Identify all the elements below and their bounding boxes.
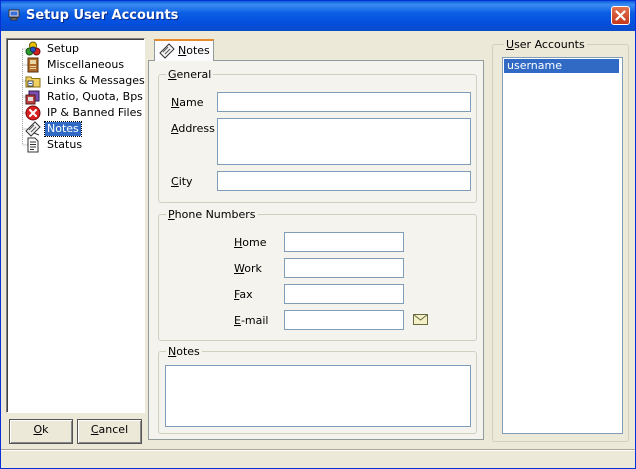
banned-icon [25, 105, 41, 121]
cancel-button[interactable]: Cancel [77, 419, 142, 444]
window-title: Setup User Accounts [26, 8, 179, 23]
status-bar [1, 450, 635, 468]
tab-notes[interactable]: Notes [154, 39, 214, 61]
ok-mnemonic: O [33, 423, 43, 436]
tree-item-label: Miscellaneous [47, 58, 125, 71]
miscellaneous-icon [27, 57, 39, 73]
notes-icon [159, 43, 175, 59]
tree-item-label: Status [47, 138, 83, 151]
cancel-mnemonic: C [90, 423, 99, 436]
envelope-icon[interactable] [413, 314, 428, 325]
user-account-item[interactable]: username [504, 59, 619, 73]
notes-group-title: Notes [166, 345, 202, 358]
user-accounts-list[interactable]: username [502, 57, 623, 434]
close-button[interactable] [611, 6, 630, 25]
address-label: Address [171, 122, 215, 135]
tab-notes-label: Notes [178, 44, 210, 57]
general-group-title: General [166, 68, 214, 81]
tree-item-label: Setup [47, 42, 80, 55]
phone-numbers-group-title: Phone Numbers [166, 208, 258, 221]
email-field[interactable] [284, 310, 404, 330]
notes-icon [25, 121, 41, 137]
email-label: E-mail [234, 314, 269, 327]
address-field[interactable] [217, 118, 471, 165]
tree-item-label: Ratio, Quota, Bps [47, 90, 143, 103]
close-icon [615, 10, 626, 21]
cancel-label-rest: ancel [98, 423, 129, 436]
setup-user-accounts-window: Setup User Accounts Setup Miscellaneous … [0, 0, 636, 469]
user-accounts-group-title: User Accounts [504, 38, 587, 51]
city-field[interactable] [217, 171, 471, 191]
category-tree[interactable]: Setup Miscellaneous Links & Messages Rat… [6, 38, 145, 413]
ratio-quota-icon [25, 90, 40, 105]
setup-icon [25, 41, 41, 56]
home-phone-field[interactable] [284, 232, 404, 252]
work-label: Work [234, 262, 262, 275]
links-messages-icon [25, 76, 41, 88]
title-bar[interactable]: Setup User Accounts [1, 1, 635, 31]
app-icon [8, 9, 20, 21]
ok-button[interactable]: Ok [9, 419, 73, 444]
city-label: City [171, 175, 193, 188]
home-label: Home [234, 236, 267, 249]
status-icon [27, 137, 39, 153]
tree-item-label: IP & Banned Files [47, 106, 143, 119]
name-field[interactable] [217, 92, 471, 112]
name-label: Name [171, 96, 204, 109]
notes-field[interactable] [165, 365, 471, 427]
fax-field[interactable] [284, 284, 404, 304]
ok-label-rest: k [42, 423, 49, 436]
tree-item-label: Notes [44, 121, 82, 137]
fax-label: Fax [234, 288, 253, 301]
tree-item-label: Links & Messages [47, 74, 145, 87]
work-phone-field[interactable] [284, 258, 404, 278]
